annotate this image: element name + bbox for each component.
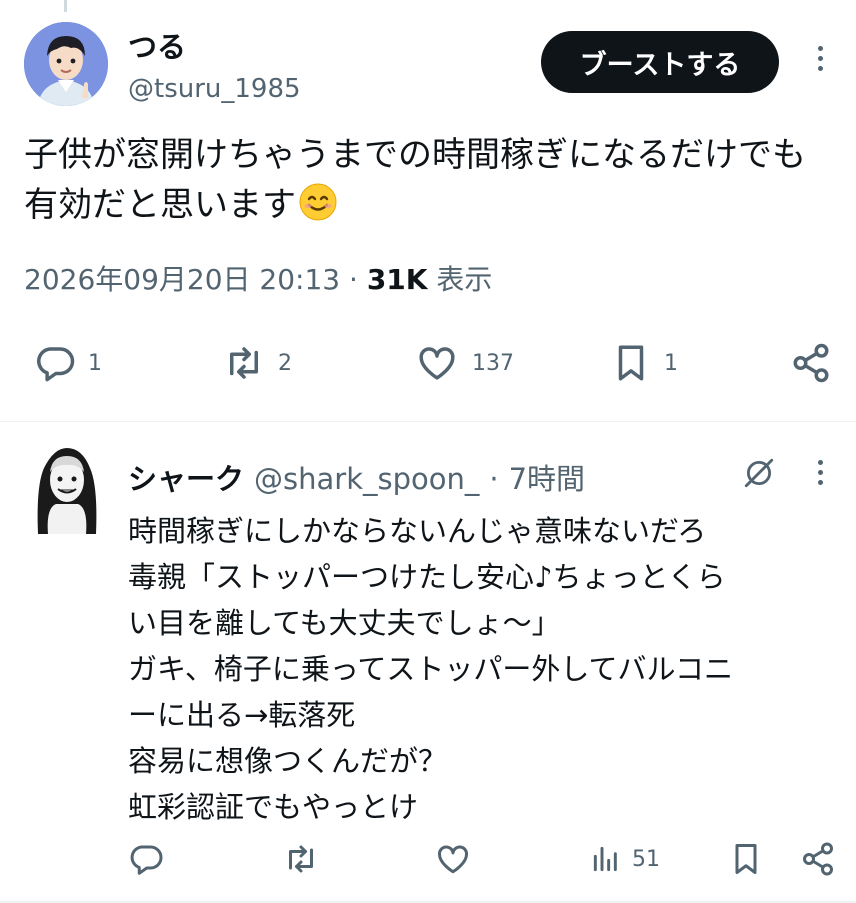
reply-icon <box>130 845 163 875</box>
avatar[interactable] <box>34 446 100 534</box>
user-handle[interactable]: @tsuru_1985 <box>128 74 301 104</box>
display-name[interactable]: つる <box>128 24 186 66</box>
grok-icon[interactable] <box>742 456 776 490</box>
boost-button[interactable]: ブーストする <box>541 31 779 93</box>
reply-text-line: 時間稼ぎにしかならないんじゃ意味ないだろ <box>128 514 707 548</box>
post-text: 子供が窓開けちゃうまでの時間稼ぎになるだけでも有効だと思います <box>24 130 834 230</box>
reply-text-line: い目を離しても大丈夫でしょ～」 <box>128 606 561 640</box>
reply-text-line: ーに出る→転落死 <box>128 698 356 732</box>
bar-chart-icon <box>593 846 617 872</box>
reply-icon <box>37 347 75 382</box>
heart-icon <box>419 347 455 380</box>
reply-post[interactable]: シャーク @shark_spoon_ · 7時間 時間稼ぎにしかならないんじゃ意… <box>0 422 856 903</box>
reply-text: 時間稼ぎにしかならないんじゃ意味ないだろ 毒親「ストッパーつけたし安心♪ちょっとく… <box>128 508 838 830</box>
share-icon <box>803 842 833 876</box>
views-count: 31K <box>366 263 428 296</box>
share-action[interactable] <box>800 837 836 881</box>
views-label: 表示 <box>436 263 493 296</box>
more-options-icon[interactable] <box>808 46 832 78</box>
bookmark-action[interactable]: 1 <box>610 338 678 388</box>
views-count: 51 <box>632 846 660 872</box>
reply-header: シャーク @shark_spoon_ · 7時間 <box>128 456 585 498</box>
repost-icon <box>289 845 313 873</box>
reply-text-line: 毒親「ストッパーつけたし安心♪ちょっとくら <box>128 560 726 594</box>
reply-count: 1 <box>88 350 102 376</box>
reply-action[interactable]: 1 <box>34 338 102 388</box>
repost-icon <box>230 347 258 379</box>
more-options-icon[interactable] <box>808 460 832 492</box>
share-action[interactable] <box>790 338 832 388</box>
post-actions: 1 2 137 1 <box>0 338 856 388</box>
header-separator: · <box>489 462 499 496</box>
like-action[interactable]: 137 <box>414 338 514 388</box>
reply-action[interactable] <box>128 837 164 881</box>
post-timestamp[interactable]: 2026年09月20日 20:13 <box>24 263 340 296</box>
like-action[interactable] <box>434 837 472 881</box>
bookmark-count: 1 <box>664 350 678 376</box>
user-handle[interactable]: @shark_spoon_ <box>254 462 479 496</box>
reply-text-line: 容易に想像つくんだが？ <box>128 744 448 778</box>
repost-action[interactable] <box>282 837 320 881</box>
meta-separator: · <box>349 263 358 296</box>
reply-timestamp[interactable]: 7時間 <box>509 456 585 498</box>
share-icon <box>793 343 829 383</box>
smiling-face-emoji-icon <box>299 183 337 221</box>
bookmark-action[interactable] <box>728 837 764 881</box>
like-count: 137 <box>472 350 514 376</box>
repost-action[interactable]: 2 <box>222 338 292 388</box>
display-name[interactable]: シャーク <box>128 456 244 498</box>
bookmark-icon <box>735 844 757 874</box>
post-meta: 2026年09月20日 20:13 · 31K 表示 <box>24 258 492 298</box>
repost-count: 2 <box>278 350 292 376</box>
reply-text-line: ガキ、椅子に乗ってストッパー外してバルコニ <box>128 652 733 686</box>
reply-actions: 51 <box>0 837 856 881</box>
main-post: つる @tsuru_1985 ブーストする 子供が窓開けちゃうまでの時間稼ぎにな… <box>0 0 856 422</box>
reply-text-line: 虹彩認証でもやっとけ <box>128 790 419 824</box>
post-text-content: 子供が窓開けちゃうまでの時間稼ぎになるだけでも有効だと思います <box>24 135 806 225</box>
heart-icon <box>437 845 469 874</box>
views-action[interactable]: 51 <box>590 837 660 881</box>
bookmark-icon <box>618 345 644 381</box>
avatar[interactable] <box>24 22 108 106</box>
